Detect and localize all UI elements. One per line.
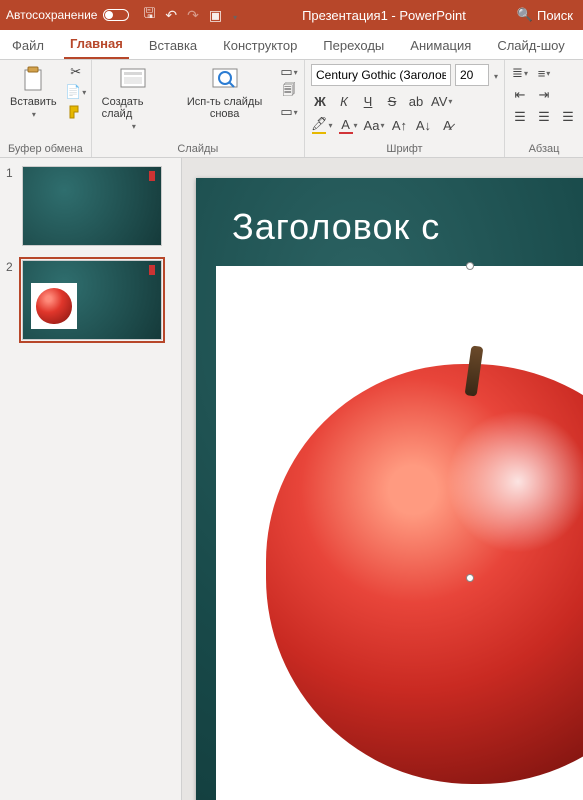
tab-design[interactable]: Конструктор <box>217 32 303 59</box>
ribbon-tabs: Файл Главная Вставка Конструктор Переход… <box>0 30 583 60</box>
group-paragraph-label: Абзац <box>511 141 577 155</box>
slide-title-text[interactable]: Заголовок с <box>232 206 440 248</box>
title-bar: Автосохранение 🖫 ↶ ↷ ▣ Презентация1 - Po… <box>0 0 583 30</box>
slide-editor[interactable]: Заголовок с <box>182 158 583 800</box>
mark-icon <box>149 265 155 275</box>
autosave-toggle[interactable]: Автосохранение <box>6 8 129 22</box>
group-slides: Создать слайд Исп-ть слайды снова ▭ 🗐 ▭ … <box>92 60 305 157</box>
mark-icon <box>149 171 155 181</box>
toggle-off-icon[interactable] <box>103 9 129 21</box>
copy-icon[interactable]: 📄 <box>67 84 85 100</box>
highlight-color-button[interactable]: 🖊 <box>311 116 333 134</box>
italic-button[interactable]: К <box>335 92 353 110</box>
font-color-button[interactable]: A <box>339 116 358 134</box>
search-icon: 🔍 <box>517 7 533 23</box>
align-right-button[interactable]: ☰ <box>559 108 577 126</box>
new-slide-icon <box>119 66 147 94</box>
apple-image <box>266 364 583 784</box>
underline-button[interactable]: Ч <box>359 92 377 110</box>
slide-canvas[interactable]: Заголовок с <box>196 178 583 800</box>
group-paragraph: ≣ ≡ ⇤ ⇥ ☰ ☰ ☰ Абзац <box>505 60 583 157</box>
bullets-button[interactable]: ≣ <box>511 64 529 82</box>
paste-button[interactable]: Вставить <box>6 64 61 122</box>
document-title: Презентация1 - PowerPoint <box>251 8 517 23</box>
change-case-button[interactable]: Aa <box>364 116 385 134</box>
font-size-select[interactable] <box>455 64 489 86</box>
decrease-indent-button[interactable]: ⇤ <box>511 86 529 104</box>
layout-icon[interactable]: ▭ <box>280 64 298 80</box>
inserted-image[interactable] <box>216 266 583 800</box>
clear-format-button[interactable]: A̷ <box>438 116 456 134</box>
present-icon[interactable]: ▣ <box>209 7 222 24</box>
thumb-number: 1 <box>6 166 16 246</box>
format-painter-icon[interactable] <box>67 104 85 120</box>
clipboard-icon <box>19 66 47 94</box>
slide-thumb-1[interactable]: 1 <box>6 166 175 246</box>
search-label: Поиск <box>537 8 573 23</box>
char-spacing-button[interactable]: AV <box>431 92 452 110</box>
redo-icon[interactable]: ↷ <box>187 7 199 24</box>
chevron-down-icon[interactable] <box>493 66 498 84</box>
thumb-number: 2 <box>6 260 16 340</box>
thumb-image <box>31 283 77 329</box>
section-icon[interactable]: ▭ <box>280 104 298 120</box>
autosave-label: Автосохранение <box>6 8 97 22</box>
reuse-slides-label: Исп-ть слайды снова <box>179 96 270 120</box>
tab-file[interactable]: Файл <box>6 32 50 59</box>
group-clipboard-label: Буфер обмена <box>6 141 85 155</box>
tab-home[interactable]: Главная <box>64 30 129 59</box>
search-button[interactable]: 🔍 Поиск <box>517 7 573 23</box>
chevron-down-icon <box>31 108 36 120</box>
new-slide-label: Создать слайд <box>102 96 166 120</box>
quick-access-toolbar: 🖫 ↶ ↷ ▣ <box>143 3 237 27</box>
font-family-select[interactable] <box>311 64 451 86</box>
shrink-font-button[interactable]: A↓ <box>414 116 432 134</box>
tab-animation[interactable]: Анимация <box>404 32 477 59</box>
align-center-button[interactable]: ☰ <box>535 108 553 126</box>
new-slide-button[interactable]: Создать слайд <box>98 64 170 134</box>
tab-transitions[interactable]: Переходы <box>317 32 390 59</box>
group-slides-label: Слайды <box>98 141 298 155</box>
workspace: 1 2 Заголовок с <box>0 158 583 800</box>
reuse-slides-button[interactable]: Исп-ть слайды снова <box>175 64 274 122</box>
grow-font-button[interactable]: A↑ <box>390 116 408 134</box>
thumb-preview[interactable] <box>22 260 162 340</box>
group-font-label: Шрифт <box>311 141 498 155</box>
selection-handle-icon[interactable] <box>466 574 474 582</box>
cut-icon[interactable]: ✂ <box>67 64 85 80</box>
bold-button[interactable]: Ж <box>311 92 329 110</box>
thumbnail-pane: 1 2 <box>0 158 182 800</box>
qat-more-icon[interactable] <box>232 7 237 23</box>
slide-thumb-2[interactable]: 2 <box>6 260 175 340</box>
reset-icon[interactable]: 🗐 <box>280 84 298 100</box>
tab-insert[interactable]: Вставка <box>143 32 203 59</box>
align-left-button[interactable]: ☰ <box>511 108 529 126</box>
group-font: Ж К Ч S ab AV 🖊 A Aa A↑ A↓ A̷ Шрифт <box>305 60 505 157</box>
save-icon[interactable]: 🖫 <box>143 3 155 27</box>
shadow-button[interactable]: ab <box>407 92 425 110</box>
thumb-preview[interactable] <box>22 166 162 246</box>
chevron-down-icon <box>131 120 136 132</box>
tab-slideshow[interactable]: Слайд-шоу <box>491 32 570 59</box>
undo-icon[interactable]: ↶ <box>165 7 177 24</box>
reuse-slides-icon <box>211 66 239 94</box>
selection-handle-icon[interactable] <box>466 262 474 270</box>
strikethrough-button[interactable]: S <box>383 92 401 110</box>
ribbon: Вставить ✂ 📄 Буфер обмена Создать слайд <box>0 60 583 158</box>
numbering-button[interactable]: ≡ <box>535 64 553 82</box>
increase-indent-button[interactable]: ⇥ <box>535 86 553 104</box>
group-clipboard: Вставить ✂ 📄 Буфер обмена <box>0 60 92 157</box>
paste-label: Вставить <box>10 96 57 108</box>
